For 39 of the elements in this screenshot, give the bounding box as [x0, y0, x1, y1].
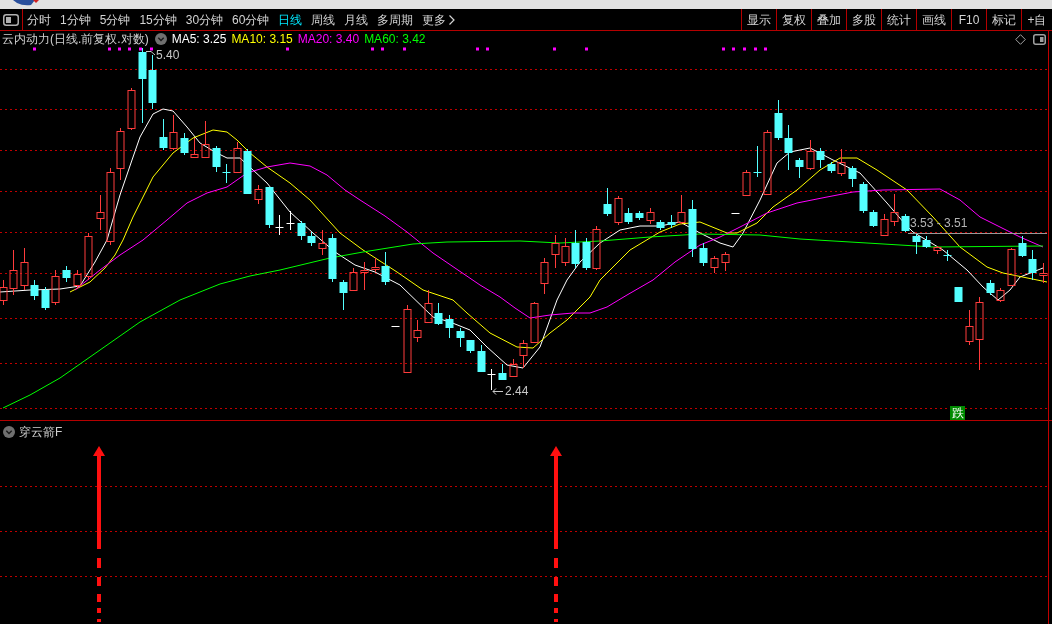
- period-tab[interactable]: 更多: [422, 12, 456, 27]
- leader-line: [145, 51, 156, 56]
- toolbar-button[interactable]: 显示: [741, 9, 776, 30]
- period-tab[interactable]: 1分钟: [60, 12, 91, 27]
- chart-title: 云内动力(日线.前复权.对数): [2, 32, 149, 46]
- toolbar-button[interactable]: 叠加: [811, 9, 846, 30]
- toolbar-button[interactable]: 多股: [846, 9, 881, 30]
- chevron-down-icon[interactable]: [154, 33, 167, 45]
- toolbar-button[interactable]: F10: [951, 9, 986, 30]
- moving-average-value: MA20: 3.40: [297, 32, 360, 46]
- period-tab[interactable]: 分时: [27, 12, 51, 27]
- chevron-right-icon: [449, 14, 456, 25]
- period-tab[interactable]: 30分钟: [185, 12, 224, 27]
- indicator-title: 穿云箭F: [19, 424, 63, 439]
- toolbar-button[interactable]: +自: [1021, 9, 1052, 30]
- period-tab[interactable]: 月线: [344, 12, 369, 27]
- chevron-down-icon[interactable]: [3, 425, 15, 438]
- period-tab[interactable]: 周线: [311, 12, 336, 27]
- period-tab[interactable]: 60分钟: [232, 12, 270, 27]
- moving-average-value: MA10: 3.15: [231, 32, 293, 46]
- logo-icon: [13, 0, 39, 6]
- period-tab[interactable]: 日线: [278, 12, 303, 27]
- toolbar-button[interactable]: 统计: [881, 9, 916, 30]
- period-tab[interactable]: 5分钟: [99, 12, 131, 27]
- moving-average-value: MA5: 3.25: [171, 32, 227, 46]
- sidebar-toggle-icon[interactable]: [3, 13, 19, 26]
- low-price-label: 2.44: [505, 384, 529, 398]
- toolbar-button[interactable]: 复权: [776, 9, 811, 30]
- price-range-label: 3.53 - 3.51: [910, 216, 968, 230]
- toolbar-button[interactable]: 标记: [986, 9, 1021, 30]
- leader-arrow: [492, 388, 504, 395]
- period-tab[interactable]: 15分钟: [139, 12, 177, 27]
- diamond-icon[interactable]: [1015, 33, 1026, 45]
- period-tab[interactable]: 多周期: [377, 12, 414, 27]
- panel-toggle-icon[interactable]: [1033, 33, 1046, 45]
- toolbar-button[interactable]: 画线: [916, 9, 951, 30]
- moving-average-value: MA60: 3.42: [364, 32, 426, 46]
- high-price-label: 5.40: [156, 48, 180, 62]
- signal-badge: 跌: [950, 406, 965, 420]
